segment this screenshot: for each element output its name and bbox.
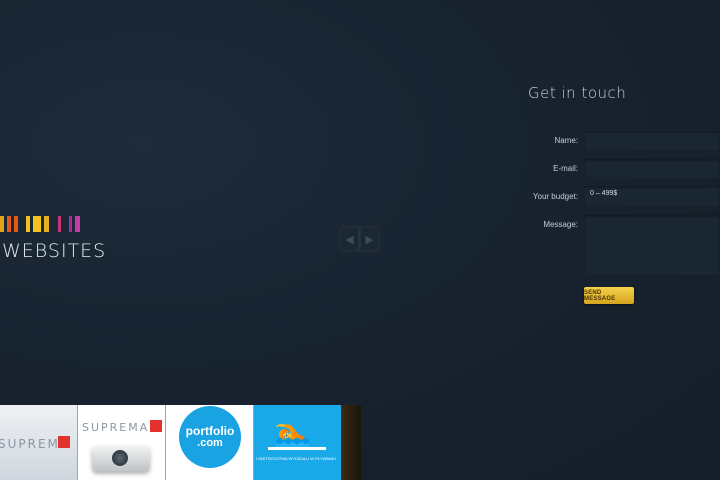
portfolio-item-suprema-2[interactable]: SUPREMA: [77, 405, 165, 480]
stripe: [75, 216, 80, 232]
name-field[interactable]: [584, 131, 720, 150]
suprema-logo-icon: [150, 420, 162, 432]
portfolio-item-partial[interactable]: [341, 405, 361, 480]
chevron-left-icon[interactable]: ◀: [341, 228, 358, 250]
message-label: Message:: [543, 220, 578, 229]
message-field[interactable]: [584, 215, 720, 275]
email-label: E-mail:: [553, 164, 578, 173]
stripe: [14, 216, 18, 232]
suprema-logo-text: SUPREMA: [82, 421, 150, 434]
color-stripes: [0, 216, 83, 232]
budget-label: Your budget:: [532, 192, 578, 201]
portfolio-item-portfolio-com[interactable]: portfolio .com: [165, 405, 253, 480]
budget-value: 0 – 499$: [590, 190, 618, 197]
portfolio-item-suprema-1[interactable]: SUPREMA: [0, 405, 77, 480]
stripe: [69, 216, 72, 232]
send-message-button[interactable]: SEND MESSAGE: [584, 287, 634, 304]
suprema-logo-icon: [58, 436, 70, 448]
brand-title: WEBSITES: [2, 240, 107, 262]
water-waves: [268, 447, 326, 454]
contact-title: Get in touch: [528, 84, 627, 102]
swimmer-icon: 🏊: [274, 417, 312, 450]
stripe: [44, 216, 49, 232]
swim-caption: I MISTRZOSTWA WYDZIAŁU W PŁYWANIU: [256, 456, 336, 461]
name-label: Name:: [554, 136, 578, 145]
stripe: [0, 216, 4, 232]
portfolio-logo-domain: .com: [197, 437, 223, 449]
portfolio-item-swimming[interactable]: 🏊 I MISTRZOSTWA WYDZIAŁU W PŁYWANIU: [253, 405, 341, 480]
chevron-right-icon[interactable]: ▶: [361, 228, 378, 250]
email-field[interactable]: [584, 159, 720, 178]
brand-logo: WEBSITES: [0, 216, 105, 262]
slider-nav: ◀ ▶: [338, 225, 381, 253]
stripe: [26, 216, 30, 232]
stripe: [58, 216, 61, 232]
projector-image: [92, 445, 150, 471]
portfolio-logo-text: portfolio: [185, 424, 235, 438]
stripe: [33, 216, 41, 232]
stripe: [7, 216, 11, 232]
projector-lens: [112, 450, 128, 466]
portfolio-strip: SUPREMA SUPREMA portfolio .com 🏊 I MISTR…: [0, 405, 361, 480]
speech-bubble-logo: portfolio .com: [179, 406, 241, 468]
